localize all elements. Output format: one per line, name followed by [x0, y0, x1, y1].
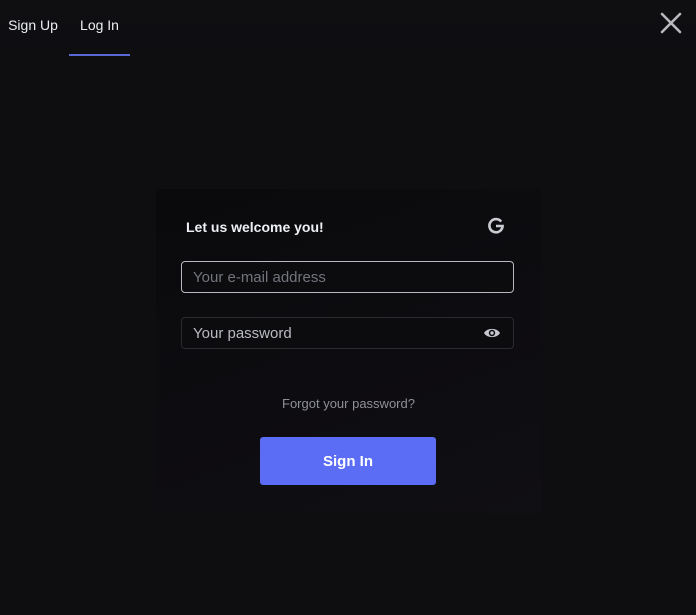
- auth-tab-bar: Sign Up Log In: [0, 0, 696, 66]
- card-title: Let us welcome you!: [186, 219, 324, 235]
- email-input[interactable]: [182, 262, 513, 292]
- sign-in-button[interactable]: Sign In: [260, 437, 436, 485]
- google-icon[interactable]: [487, 217, 505, 235]
- email-field[interactable]: [181, 261, 514, 293]
- tab-log-in[interactable]: Log In: [69, 0, 130, 56]
- password-field[interactable]: [181, 317, 514, 349]
- close-icon[interactable]: [658, 10, 684, 36]
- eye-icon[interactable]: [483, 326, 501, 340]
- forgot-password-link[interactable]: Forgot your password?: [156, 396, 541, 411]
- login-card: Let us welcome you! Forgot your password…: [156, 189, 541, 513]
- password-input[interactable]: [182, 318, 513, 348]
- tab-sign-up[interactable]: Sign Up: [0, 0, 66, 54]
- login-modal: Sign Up Log In Let us welcome you! Your …: [0, 0, 696, 615]
